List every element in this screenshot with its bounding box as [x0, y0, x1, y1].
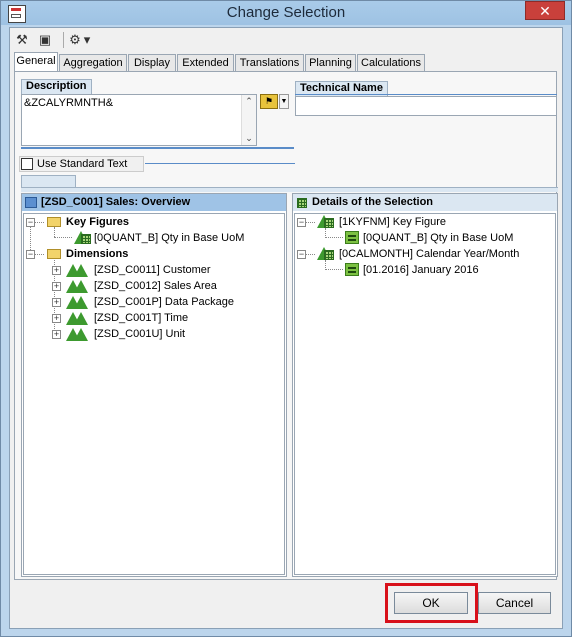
- characteristic-grid-icon: [324, 250, 334, 260]
- use-standard-text-checkbox[interactable]: [21, 158, 33, 170]
- tree-line: [325, 269, 343, 271]
- description-label: Description: [21, 79, 92, 94]
- tree-node-dimension[interactable]: [ZSD_C001T] Time: [94, 310, 188, 326]
- tab-calculations[interactable]: Calculations: [357, 54, 425, 71]
- variable-icon[interactable]: ⚑: [260, 94, 278, 109]
- tree-node-key-figures[interactable]: Key Figures: [66, 214, 129, 230]
- cancel-button[interactable]: Cancel: [478, 592, 551, 614]
- source-pane-title: [ZSD_C001] Sales: Overview: [41, 196, 191, 208]
- tab-general[interactable]: General: [14, 52, 58, 72]
- toolbar-separator: [63, 32, 64, 48]
- title-bar[interactable]: Change Selection ✕: [1, 1, 571, 25]
- tree-line: [35, 222, 44, 224]
- tree-node-dimension[interactable]: [ZSD_C001U] Unit: [94, 326, 185, 342]
- dimension-icon: [74, 328, 88, 341]
- technical-name-input[interactable]: [295, 96, 557, 116]
- selection-tree[interactable]: − [1KYFNM] Key Figure [0QUANT_B] Qty in …: [294, 213, 556, 575]
- selection-details-icon: [297, 198, 307, 208]
- dimension-icon: [74, 296, 88, 309]
- window-title: Change Selection: [226, 4, 346, 21]
- dialog-footer: OK Cancel: [10, 580, 562, 628]
- source-tree[interactable]: − Key Figures [0QUANT_B] Qty in Base UoM…: [23, 213, 285, 575]
- key-figure-grid-icon: [324, 218, 334, 228]
- general-tab-panel: Description &ZCALYRMNTH& ⌃ ⌄ ⚑ ▼ Technic…: [14, 71, 558, 580]
- tab-aggregation[interactable]: Aggregation: [59, 54, 127, 71]
- dimension-icon: [74, 312, 88, 325]
- tree-node-dimensions[interactable]: Dimensions: [66, 246, 128, 262]
- technical-name-underline: [295, 94, 557, 95]
- dimension-icon: [74, 264, 88, 277]
- tab-planning[interactable]: Planning: [305, 54, 356, 71]
- use-standard-text-row[interactable]: Use Standard Text: [19, 156, 144, 172]
- variable-dropdown-icon[interactable]: ▼: [279, 94, 289, 109]
- tree-node-key-figure[interactable]: [0QUANT_B] Qty in Base UoM: [94, 230, 244, 246]
- checkbox-underline: [145, 163, 295, 164]
- selection-pane-title: Details of the Selection: [312, 196, 434, 208]
- tab-display[interactable]: Display: [128, 54, 176, 71]
- cube-icon: [25, 197, 37, 208]
- save-icon[interactable]: ▣: [36, 31, 54, 49]
- tree-line: [306, 254, 315, 256]
- selection-node-calmonth[interactable]: [0CALMONTH] Calendar Year/Month: [339, 246, 519, 262]
- dialog-client-area: ⚒ ▣ ⚙ ▾ General Aggregation Display Exte…: [9, 27, 563, 629]
- description-textarea[interactable]: &ZCALYRMNTH& ⌃ ⌄: [21, 94, 257, 146]
- scroll-down-icon[interactable]: ⌄: [242, 133, 256, 144]
- source-pane-header: [ZSD_C001] Sales: Overview: [22, 194, 286, 211]
- ok-button[interactable]: OK: [394, 592, 468, 614]
- selection-node-key-figure-item[interactable]: [0QUANT_B] Qty in Base UoM: [363, 230, 513, 246]
- expand-icon[interactable]: +: [52, 314, 61, 323]
- close-button[interactable]: ✕: [525, 1, 565, 20]
- scroll-up-icon[interactable]: ⌃: [242, 96, 256, 107]
- description-scrollbar[interactable]: ⌃ ⌄: [241, 95, 256, 145]
- expand-icon[interactable]: +: [52, 266, 61, 275]
- folder-icon: [47, 249, 61, 259]
- use-standard-text-label: Use Standard Text: [37, 158, 128, 170]
- change-selection-window: Change Selection ✕ ⚒ ▣ ⚙ ▾ General Aggre…: [0, 0, 572, 637]
- collapse-icon[interactable]: −: [297, 218, 306, 227]
- variable-picker[interactable]: ⚑ ▼: [260, 94, 290, 110]
- selection-node-key-figure[interactable]: [1KYFNM] Key Figure: [339, 214, 446, 230]
- tree-line: [306, 222, 315, 224]
- tree-line: [35, 254, 44, 256]
- tree-node-dimension[interactable]: [ZSD_C001P] Data Package: [94, 294, 234, 310]
- expand-icon[interactable]: +: [52, 282, 61, 291]
- tools-dropdown-icon[interactable]: ▾: [82, 31, 92, 49]
- tree-node-dimension[interactable]: [ZSD_C0012] Sales Area: [94, 278, 217, 294]
- selection-pane: Details of the Selection − [1KYFNM] Key …: [292, 193, 558, 577]
- tree-node-dimension[interactable]: [ZSD_C0011] Customer: [94, 262, 211, 278]
- selection-node-calmonth-item[interactable]: [01.2016] January 2016: [363, 262, 479, 278]
- expand-icon[interactable]: +: [52, 298, 61, 307]
- folder-icon: [47, 217, 61, 227]
- expand-icon[interactable]: +: [52, 330, 61, 339]
- wand-icon[interactable]: ⚒: [13, 31, 31, 49]
- collapse-icon[interactable]: −: [26, 218, 35, 227]
- tab-extended[interactable]: Extended: [177, 54, 234, 71]
- selection-item-icon: [345, 231, 359, 244]
- dimension-icon: [74, 280, 88, 293]
- tree-line: [325, 237, 343, 239]
- tree-line: [54, 237, 72, 239]
- key-figure-grid-icon: [81, 234, 91, 244]
- tab-translations[interactable]: Translations: [235, 54, 304, 71]
- selection-pane-header: Details of the Selection: [293, 194, 557, 211]
- collapse-icon[interactable]: −: [297, 250, 306, 259]
- section-divider: [21, 187, 558, 192]
- source-pane: [ZSD_C001] Sales: Overview − Key Figures…: [21, 193, 287, 577]
- toolbar: ⚒ ▣ ⚙ ▾: [10, 28, 562, 52]
- tree-line: [54, 227, 56, 237]
- selection-item-icon: [345, 263, 359, 276]
- description-underline: [21, 147, 294, 149]
- collapse-icon[interactable]: −: [26, 250, 35, 259]
- description-text: &ZCALYRMNTH&: [24, 97, 114, 109]
